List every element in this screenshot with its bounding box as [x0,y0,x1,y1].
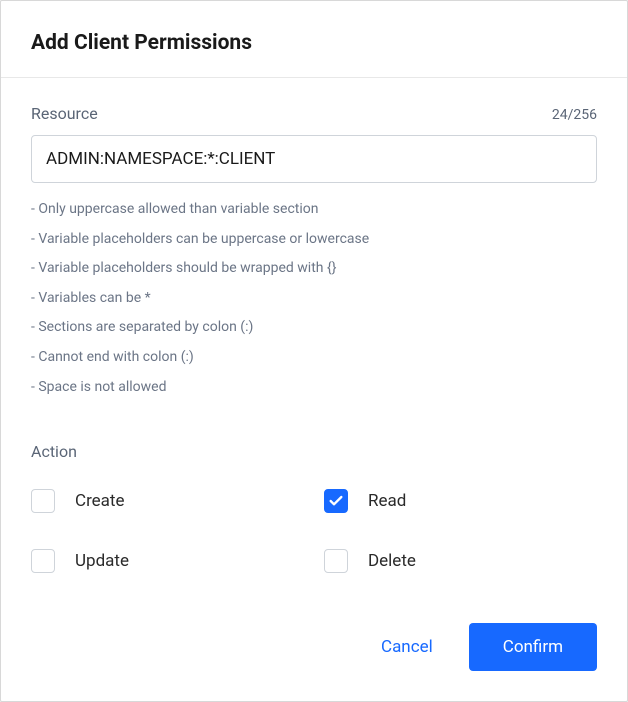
create-checkbox-label: Create [75,491,125,511]
resource-hint: Variable placeholders should be wrapped … [31,254,597,284]
resource-field-header: Resource 24/256 [31,104,597,123]
resource-hint: Sections are separated by colon (:) [31,313,597,343]
check-icon [328,493,344,509]
modal-body: Resource 24/256 Only uppercase allowed t… [1,78,627,701]
resource-hint: Space is not allowed [31,373,597,403]
read-checkbox-label: Read [368,491,406,511]
modal-title: Add Client Permissions [31,31,597,55]
resource-hints: Only uppercase allowed than variable sec… [31,195,597,402]
add-client-permissions-modal: Add Client Permissions Resource 24/256 O… [0,0,628,702]
checkbox-item-delete: Delete [324,549,597,573]
modal-header: Add Client Permissions [1,1,627,78]
resource-label: Resource [31,104,98,123]
resource-hint: Variable placeholders can be uppercase o… [31,225,597,255]
resource-input[interactable] [31,135,597,183]
resource-hint: Variables can be * [31,284,597,314]
resource-hint: Cannot end with colon (:) [31,343,597,373]
delete-checkbox[interactable] [324,549,348,573]
cancel-button[interactable]: Cancel [377,629,437,665]
resource-hint: Only uppercase allowed than variable sec… [31,195,597,225]
action-section: Action Create Read [31,442,597,573]
checkbox-item-update: Update [31,549,304,573]
create-checkbox[interactable] [31,489,55,513]
checkbox-item-create: Create [31,489,304,513]
read-checkbox[interactable] [324,489,348,513]
delete-checkbox-label: Delete [368,551,416,571]
update-checkbox-label: Update [75,551,129,571]
checkbox-item-read: Read [324,489,597,513]
update-checkbox[interactable] [31,549,55,573]
resource-char-count: 24/256 [552,107,597,123]
action-checkbox-grid: Create Read Update [31,489,597,573]
action-label: Action [31,442,597,461]
